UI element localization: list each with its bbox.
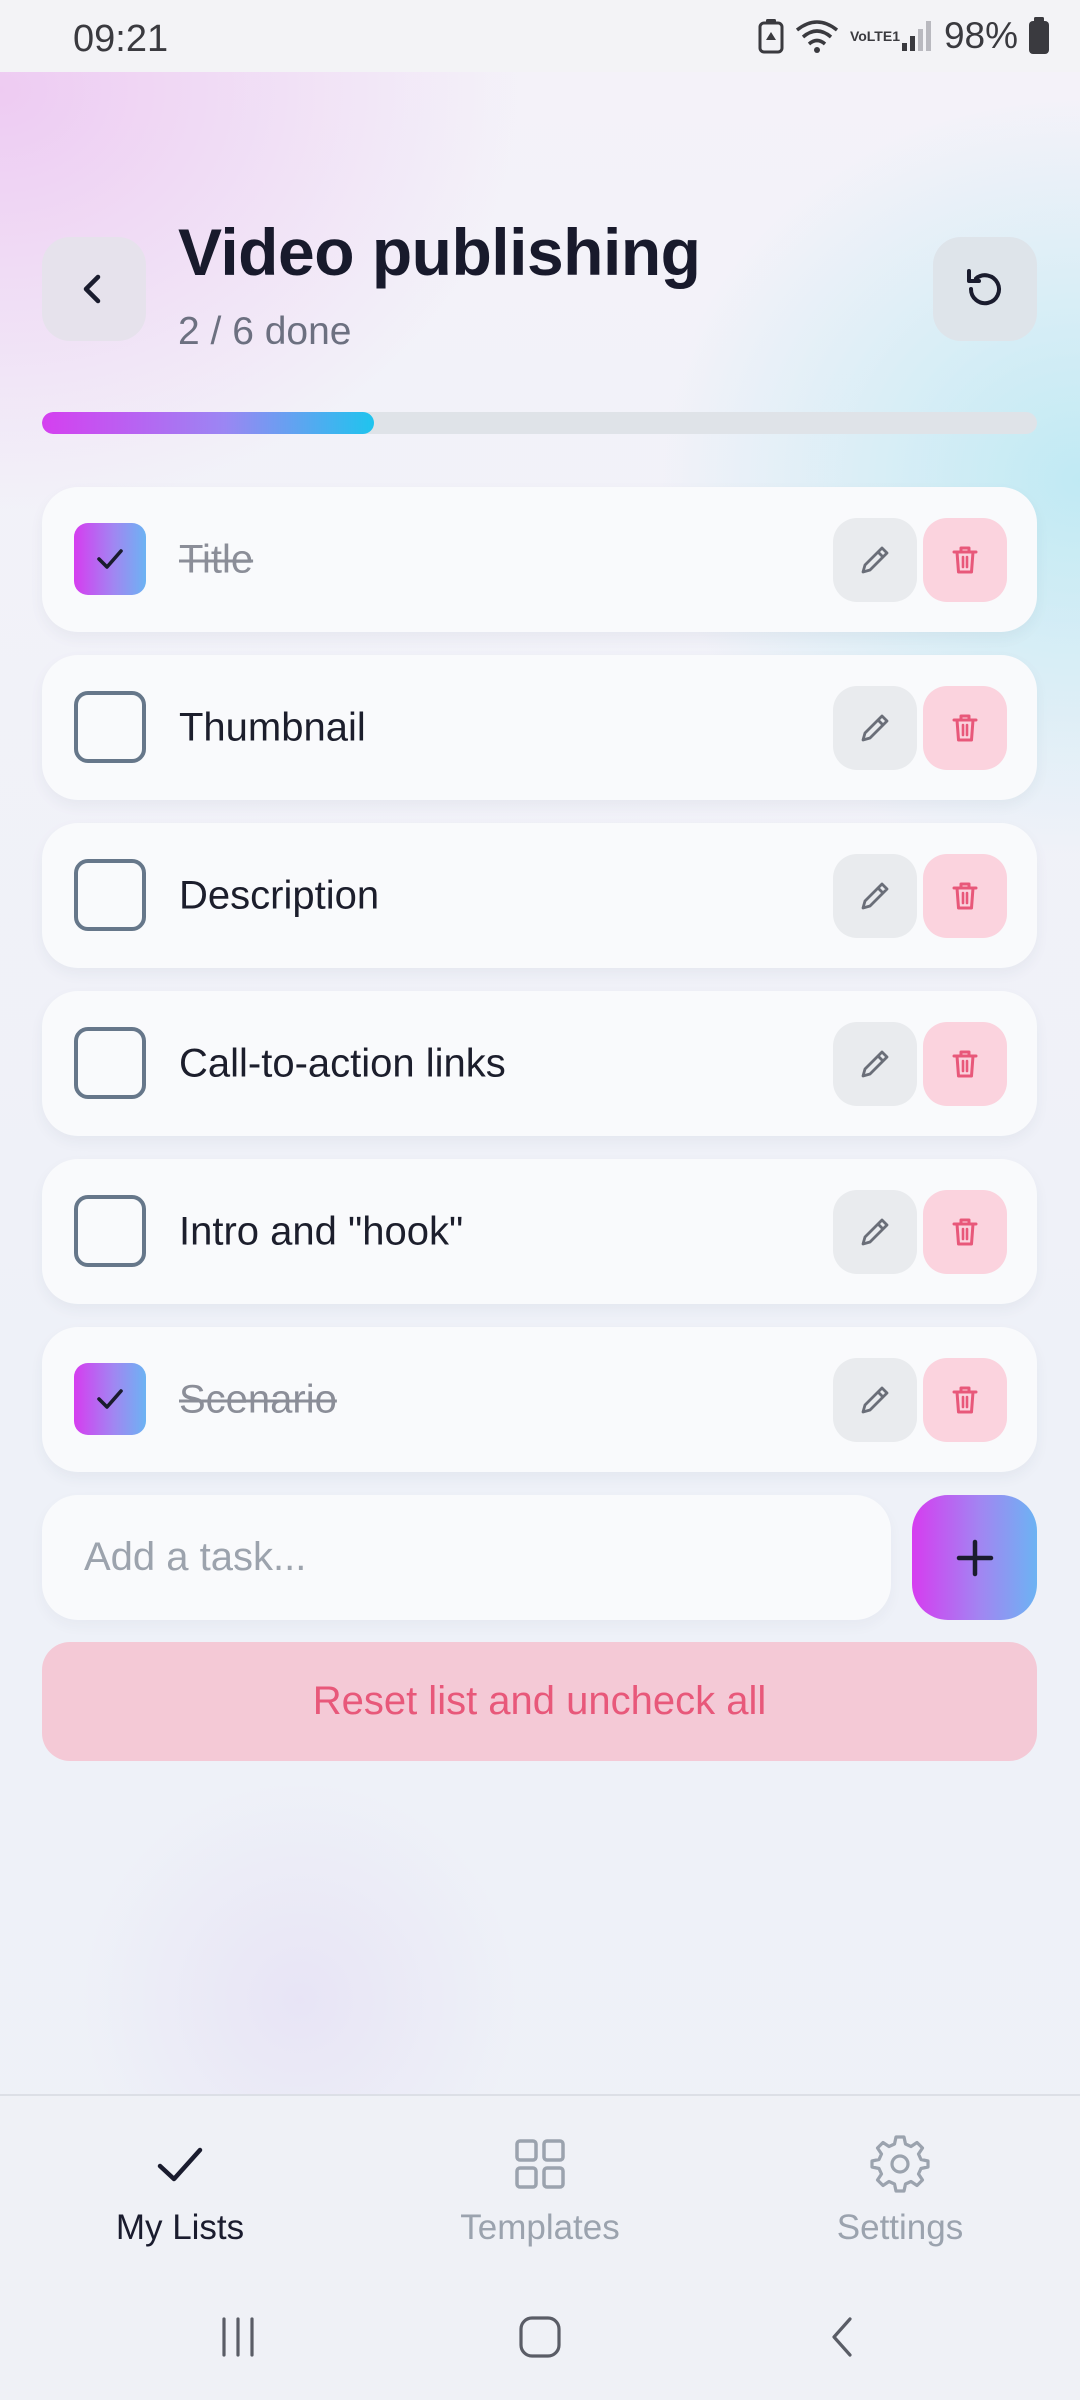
back-button[interactable] [42,237,146,341]
bottom-nav: My Lists Templates Settings [0,2094,1080,2400]
task-checkbox[interactable] [74,1195,146,1267]
progress-count: 2 / 6 done [178,310,352,353]
task-item: Intro and "hook" [42,1159,1037,1304]
trash-icon [952,714,978,742]
task-item: Description [42,823,1037,968]
nav-label: My Lists [115,2208,245,2247]
reset-all-button[interactable]: Reset list and uncheck all [42,1642,1037,1761]
delete-task-button[interactable] [923,518,1007,602]
check-icon [97,1389,123,1409]
plus-icon [956,1539,993,1576]
progress-bar-fill [42,412,374,434]
volte-label: VoLTE1 [849,27,900,44]
task-checkbox[interactable] [74,691,146,763]
trash-icon [952,546,978,574]
battery-icon [1029,17,1049,54]
system-back-button[interactable] [784,2292,904,2382]
task-label[interactable]: Scenario [179,1377,337,1422]
task-label[interactable]: Intro and "hook" [179,1209,463,1254]
trash-icon [952,1050,978,1078]
trash-icon [952,1386,978,1414]
task-checkbox[interactable] [74,523,146,595]
wifi-icon [795,20,839,53]
nav-item-templates[interactable]: Templates [390,2132,690,2248]
pencil-icon [861,546,889,574]
delete-task-button[interactable] [923,1358,1007,1442]
task-item: Title [42,487,1037,632]
cell-signal-icon [901,21,931,51]
delete-task-button[interactable] [923,1022,1007,1106]
home-button[interactable] [480,2292,600,2382]
task-label[interactable]: Title [179,537,253,582]
system-nav-bar [0,2292,1080,2382]
recent-apps-button[interactable] [178,2292,298,2382]
task-label[interactable]: Call-to-action links [179,1041,506,1086]
edit-task-button[interactable] [833,1022,917,1106]
back-arrow-icon [832,2317,852,2357]
pencil-icon [861,882,889,910]
pencil-icon [861,1050,889,1078]
check-icon [97,549,123,569]
page-title: Video publishing [178,215,701,289]
nav-item-settings[interactable]: Settings [750,2132,1050,2248]
refresh-icon [967,269,1001,306]
delete-task-button[interactable] [923,1190,1007,1274]
battery-percent: 98% [943,15,1018,56]
progress-bar [42,412,1037,434]
status-icons: VoLTE1 98% [758,15,1050,56]
add-task-button[interactable] [912,1495,1037,1620]
pencil-icon [861,1218,889,1246]
task-item: Scenario [42,1327,1037,1472]
pencil-icon [861,1386,889,1414]
trash-icon [952,882,978,910]
nav-label: Templates [460,2208,620,2247]
pencil-icon [861,714,889,742]
edit-task-button[interactable] [833,1358,917,1442]
edit-task-button[interactable] [833,854,917,938]
trash-icon [952,1218,978,1246]
check-icon [157,2147,203,2182]
nav-label: Settings [836,2208,964,2247]
task-checkbox[interactable] [74,1027,146,1099]
edit-task-button[interactable] [833,518,917,602]
status-bar: 09:21 VoLTE1 98% [0,0,1080,72]
task-item: Thumbnail [42,655,1037,800]
edit-task-button[interactable] [833,1190,917,1274]
status-time: 09:21 [73,18,169,60]
task-label[interactable]: Thumbnail [179,705,366,750]
delete-task-button[interactable] [923,854,1007,938]
task-item: Call-to-action links [42,991,1037,1136]
task-list: Title Thumbnail Description Call-to-acti… [42,487,1037,1495]
edit-task-button[interactable] [833,686,917,770]
recent-apps-icon [222,2317,254,2357]
grid-icon [515,2139,565,2189]
reset-list-button[interactable] [933,237,1037,341]
delete-task-button[interactable] [923,686,1007,770]
home-icon [519,2316,561,2358]
battery-saver-icon [758,19,784,54]
task-checkbox[interactable] [74,859,146,931]
task-label[interactable]: Description [179,873,379,918]
add-task-input[interactable] [42,1495,891,1620]
chevron-left-icon [83,274,101,304]
nav-item-my-lists[interactable]: My Lists [30,2132,330,2248]
gear-icon [870,2135,930,2193]
task-checkbox[interactable] [74,1363,146,1435]
